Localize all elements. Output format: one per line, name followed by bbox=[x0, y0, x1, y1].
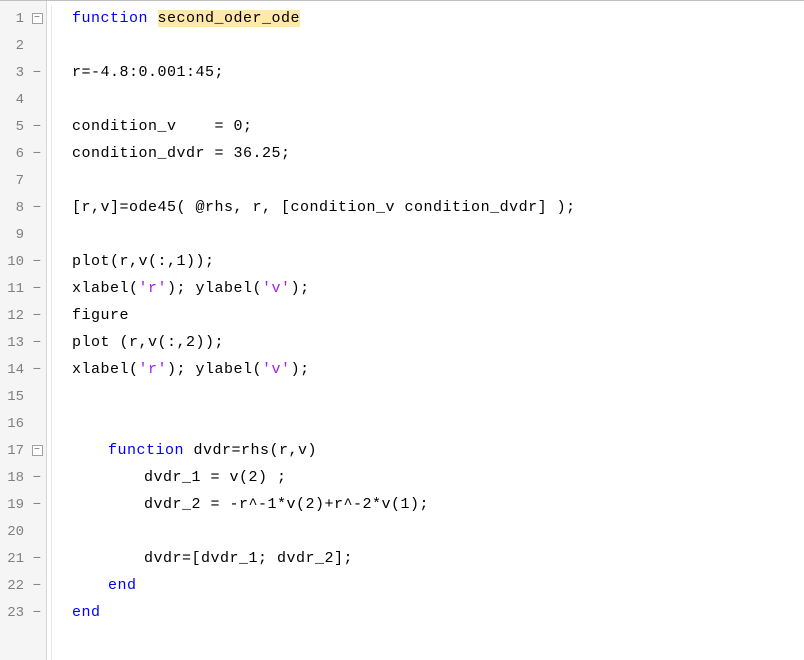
code-line[interactable]: dvdr=[dvdr_1; dvdr_2]; bbox=[72, 545, 804, 572]
line-number: 22 bbox=[0, 578, 28, 594]
code-area[interactable]: function second_oder_ode r=-4.8:0.001:45… bbox=[47, 1, 804, 660]
fold-marker: − bbox=[28, 120, 46, 134]
code-line[interactable]: xlabel('r'); ylabel('v'); bbox=[72, 356, 804, 383]
fold-marker: − bbox=[28, 66, 46, 80]
gutter-row: 8− bbox=[0, 194, 46, 221]
fold-marker: − bbox=[28, 336, 46, 350]
line-number: 23 bbox=[0, 605, 28, 621]
gutter-row: 22− bbox=[0, 572, 46, 599]
code-line[interactable]: condition_dvdr = 36.25; bbox=[72, 140, 804, 167]
keyword: end bbox=[108, 577, 137, 594]
line-number: 19 bbox=[0, 497, 28, 513]
line-number: 5 bbox=[0, 119, 28, 135]
line-number: 16 bbox=[0, 416, 28, 432]
line-number: 10 bbox=[0, 254, 28, 270]
line-number: 18 bbox=[0, 470, 28, 486]
gutter-row: 7 bbox=[0, 167, 46, 194]
code-line[interactable] bbox=[72, 221, 804, 248]
line-number: 13 bbox=[0, 335, 28, 351]
gutter-row: 1− bbox=[0, 5, 46, 32]
line-number: 3 bbox=[0, 65, 28, 81]
code-line[interactable]: function second_oder_ode bbox=[72, 5, 804, 32]
code-line[interactable] bbox=[72, 383, 804, 410]
line-number: 8 bbox=[0, 200, 28, 216]
fold-toggle[interactable]: − bbox=[28, 13, 46, 24]
line-number: 20 bbox=[0, 524, 28, 540]
fold-marker: − bbox=[28, 552, 46, 566]
code-line[interactable]: condition_v = 0; bbox=[72, 113, 804, 140]
line-number: 6 bbox=[0, 146, 28, 162]
gutter-row: 11− bbox=[0, 275, 46, 302]
gutter-row: 6− bbox=[0, 140, 46, 167]
gutter-row: 16 bbox=[0, 410, 46, 437]
gutter: 1− 2 3− 4 5− 6− 7 8− 9 10− 11− 12− 13− 1… bbox=[0, 1, 47, 660]
line-number: 4 bbox=[0, 92, 28, 108]
fold-marker: − bbox=[28, 471, 46, 485]
gutter-row: 20 bbox=[0, 518, 46, 545]
keyword: function bbox=[72, 10, 148, 27]
gutter-row: 15 bbox=[0, 383, 46, 410]
keyword: end bbox=[72, 604, 101, 621]
code-line[interactable]: dvdr_1 = v(2) ; bbox=[72, 464, 804, 491]
line-number: 7 bbox=[0, 173, 28, 189]
line-number: 11 bbox=[0, 281, 28, 297]
code-line[interactable]: function dvdr=rhs(r,v) bbox=[72, 437, 804, 464]
line-number: 1 bbox=[0, 11, 28, 27]
line-number: 2 bbox=[0, 38, 28, 54]
line-number: 9 bbox=[0, 227, 28, 243]
gutter-row: 14− bbox=[0, 356, 46, 383]
gutter-row: 17− bbox=[0, 437, 46, 464]
gutter-row: 18− bbox=[0, 464, 46, 491]
code-line[interactable] bbox=[72, 167, 804, 194]
gutter-row: 13− bbox=[0, 329, 46, 356]
code-line[interactable] bbox=[72, 518, 804, 545]
code-line[interactable]: figure bbox=[72, 302, 804, 329]
gutter-row: 3− bbox=[0, 59, 46, 86]
fold-marker: − bbox=[28, 579, 46, 593]
line-number: 15 bbox=[0, 389, 28, 405]
gutter-row: 19− bbox=[0, 491, 46, 518]
fold-marker: − bbox=[28, 363, 46, 377]
code-line[interactable]: plot (r,v(:,2)); bbox=[72, 329, 804, 356]
gutter-row: 5− bbox=[0, 113, 46, 140]
gutter-row: 9 bbox=[0, 221, 46, 248]
fold-marker: − bbox=[28, 255, 46, 269]
gutter-row: 21− bbox=[0, 545, 46, 572]
string-literal: 'r' bbox=[139, 361, 168, 378]
line-number: 21 bbox=[0, 551, 28, 567]
string-literal: 'v' bbox=[262, 280, 291, 297]
keyword: function bbox=[108, 442, 184, 459]
code-editor[interactable]: 1− 2 3− 4 5− 6− 7 8− 9 10− 11− 12− 13− 1… bbox=[0, 1, 804, 660]
string-literal: 'r' bbox=[139, 280, 168, 297]
code-line[interactable] bbox=[72, 410, 804, 437]
code-line[interactable] bbox=[72, 32, 804, 59]
fold-toggle[interactable]: − bbox=[28, 445, 46, 456]
string-literal: 'v' bbox=[262, 361, 291, 378]
code-line[interactable] bbox=[72, 86, 804, 113]
fold-marker: − bbox=[28, 147, 46, 161]
code-line[interactable]: end bbox=[72, 599, 804, 626]
fold-marker: − bbox=[28, 201, 46, 215]
fold-marker: − bbox=[28, 282, 46, 296]
code-line[interactable]: end bbox=[72, 572, 804, 599]
function-name-highlight: second_oder_ode bbox=[158, 10, 301, 27]
line-number: 17 bbox=[0, 443, 28, 459]
code-line[interactable]: [r,v]=ode45( @rhs, r, [condition_v condi… bbox=[72, 194, 804, 221]
gutter-row: 4 bbox=[0, 86, 46, 113]
fold-marker: − bbox=[28, 498, 46, 512]
fold-marker: − bbox=[28, 606, 46, 620]
fold-marker: − bbox=[28, 309, 46, 323]
gutter-row: 23− bbox=[0, 599, 46, 626]
code-line[interactable]: xlabel('r'); ylabel('v'); bbox=[72, 275, 804, 302]
code-line[interactable]: plot(r,v(:,1)); bbox=[72, 248, 804, 275]
gutter-row: 10− bbox=[0, 248, 46, 275]
gutter-row: 2 bbox=[0, 32, 46, 59]
line-number: 14 bbox=[0, 362, 28, 378]
gutter-row: 12− bbox=[0, 302, 46, 329]
line-number: 12 bbox=[0, 308, 28, 324]
code-line[interactable]: dvdr_2 = -r^-1*v(2)+r^-2*v(1); bbox=[72, 491, 804, 518]
code-line[interactable]: r=-4.8:0.001:45; bbox=[72, 59, 804, 86]
